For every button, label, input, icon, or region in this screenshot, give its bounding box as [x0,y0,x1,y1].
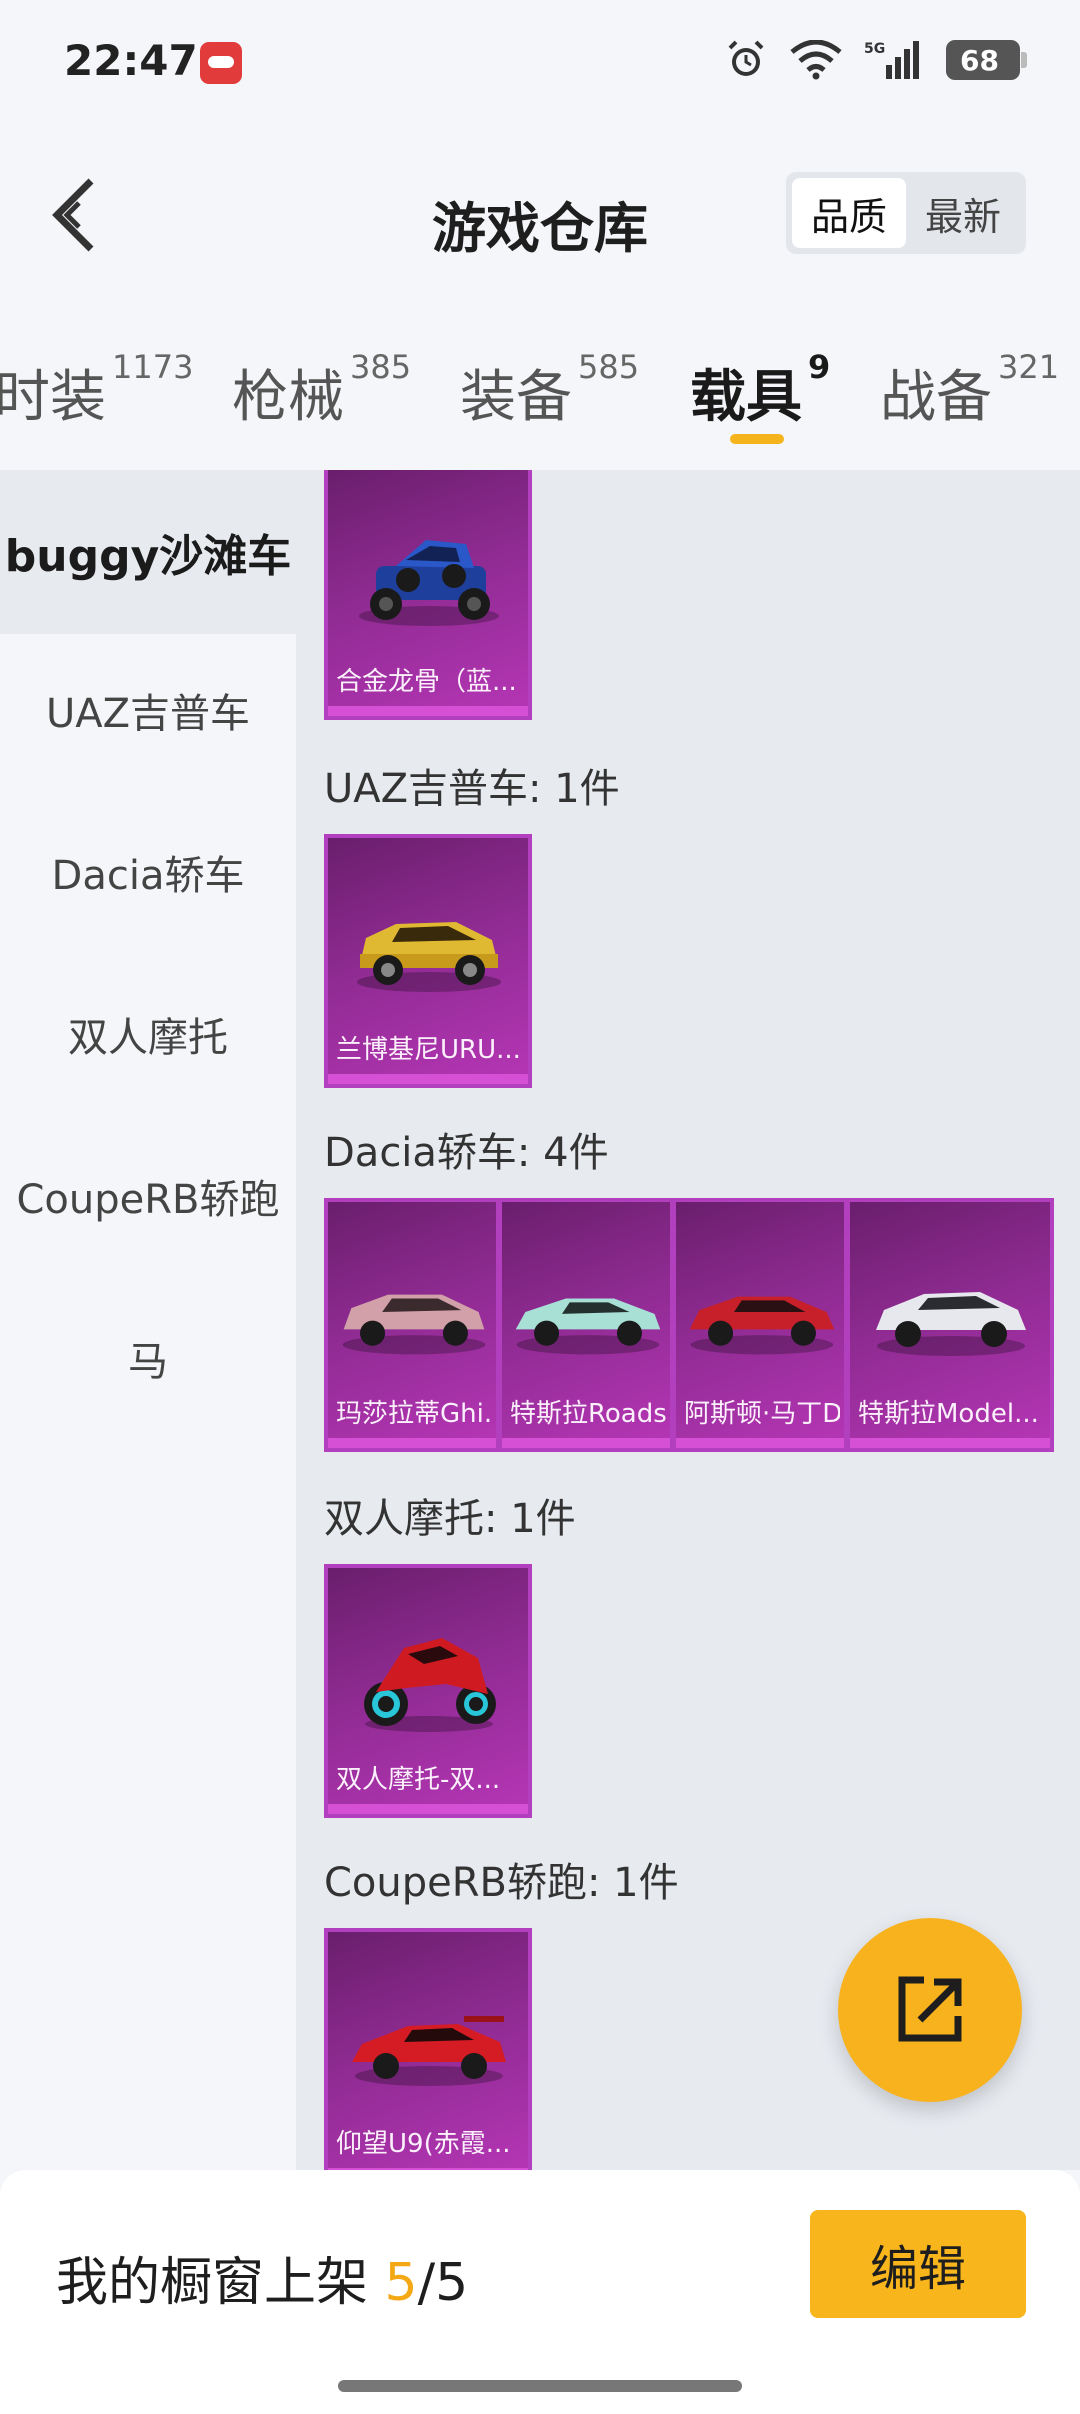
white-sedan-image [876,1292,1026,1356]
home-indicator[interactable] [338,2380,742,2392]
share-icon [898,1976,962,2042]
tab-count: 1173 [112,348,194,386]
battery-indicator: 68 [946,40,1027,80]
tab-fashion[interactable]: 时装 1173 [0,348,193,433]
card-row-motorcycle: 双人摩托-双... [324,1564,532,1818]
showcase-bar: 我的橱窗上架 5/5 编辑 [0,2170,1080,2414]
alarm-icon [728,40,764,76]
sidebar-item-uaz[interactable]: UAZ吉普车 [0,670,296,750]
edit-button[interactable]: 编辑 [810,2210,1026,2318]
card-row-dacia: 玛莎拉蒂Ghi... 特斯拉Roadst... 阿斯顿·马丁D... [324,1198,1054,1452]
mint-sportscar-image [515,1298,661,1355]
tab-count: 585 [578,348,640,386]
vehicle-card[interactable]: 阿斯顿·马丁D... [672,1198,848,1452]
tab-battle-gear[interactable]: 战备 321 [880,348,1059,433]
vehicle-name: 双人摩托-双... [336,1765,501,1795]
vehicle-card[interactable]: 兰博基尼URU... [324,834,532,1088]
vehicle-name: 玛莎拉蒂Ghi... [336,1399,492,1429]
pink-sedan-image [342,1294,486,1355]
vehicle-card[interactable]: 玛莎拉蒂Ghi... [324,1198,500,1452]
tab-count: 321 [998,348,1060,386]
sidebar-item-motorcycle[interactable]: 双人摩托 [0,994,296,1074]
svg-text:5G: 5G [864,41,885,57]
vehicle-card[interactable]: 特斯拉Model... [846,1198,1054,1452]
showcase-label: 我的橱窗上架 [56,2253,369,2313]
sort-option-quality[interactable]: 品质 [792,178,906,248]
share-button[interactable] [838,1918,1022,2102]
section-title-uaz: UAZ吉普车: 1件 [324,766,620,812]
vehicle-type-sidebar: buggy沙滩车 UAZ吉普车 Dacia轿车 双人摩托 CoupeRB轿跑 马 [0,470,296,2170]
active-tab-indicator [730,434,784,444]
tab-vehicles[interactable]: 载具 9 [690,348,830,433]
category-tabs: 时装 1173 枪械 385 装备 585 载具 9 战备 321 [0,310,1080,470]
vehicle-card[interactable]: 双人摩托-双... [324,1564,532,1818]
vehicle-name: 特斯拉Roadst... [510,1399,666,1429]
app-notification-icon [200,42,242,84]
sort-toggle: 品质 最新 [786,172,1026,254]
sidebar-item-buggy[interactable]: buggy沙滩车 [0,470,296,634]
signal-5g-icon: 5G [864,41,919,79]
card-row-uaz: 兰博基尼URU... [324,834,532,1088]
tab-count: 385 [350,348,412,386]
vehicle-card[interactable]: 合金龙骨（蓝... [324,470,532,720]
red-coupe-image [689,1296,835,1355]
sidebar-item-couperb[interactable]: CoupeRB轿跑 [0,1156,296,1236]
showcase-total: /5 [417,2253,469,2313]
red-supercar-image [352,2016,506,2086]
battery-level: 68 [960,43,999,77]
status-icons: 5G 68 [724,38,1027,82]
status-bar: 22:47 5G 68 [0,0,1080,120]
showcase-status: 我的橱窗上架 5/5 [56,2240,468,2315]
status-time: 22:47 [64,36,198,85]
tab-count: 9 [808,348,831,386]
vehicle-name: 兰博基尼URU... [336,1035,521,1065]
vehicle-name: 阿斯顿·马丁D... [684,1399,840,1429]
showcase-count: 5 [384,2253,418,2313]
tab-label: 枪械 [232,365,344,430]
sort-option-newest[interactable]: 最新 [906,178,1020,248]
yellow-suv-image [357,922,501,992]
tab-equipment[interactable]: 装备 585 [460,348,639,433]
vehicle-name: 仰望U9(赤霞... [336,2129,511,2159]
section-title-couperb: CoupeRB轿跑: 1件 [324,1860,679,1906]
vehicle-name: 特斯拉Model... [858,1399,1039,1429]
tab-label: 载具 [690,365,802,430]
section-title-motorcycle: 双人摩托: 1件 [324,1496,576,1542]
tab-label: 时装 [0,365,106,430]
tab-firearms[interactable]: 枪械 385 [232,348,411,433]
red-motorcycle-image [364,1638,496,1732]
vehicle-list: 合金龙骨（蓝... UAZ吉普车: 1件 兰博基尼URU... Dacia轿车:… [296,470,1080,2170]
vehicle-card[interactable]: 特斯拉Roadst... [498,1198,674,1452]
sidebar-item-horse[interactable]: 马 [0,1318,296,1398]
wifi-icon [790,40,842,80]
vehicle-name: 合金龙骨（蓝... [336,667,517,697]
card-row-buggy: 合金龙骨（蓝... [324,470,532,720]
tab-label: 装备 [460,365,572,430]
vehicle-card[interactable]: 仰望U9(赤霞... [324,1928,532,2170]
header: 游戏仓库 品质 最新 [0,120,1080,310]
buggy-image [359,540,499,626]
section-title-dacia: Dacia轿车: 4件 [324,1130,609,1176]
sidebar-item-dacia[interactable]: Dacia轿车 [0,832,296,912]
tab-label: 战备 [880,365,992,430]
card-row-couperb: 仰望U9(赤霞... [324,1928,532,2170]
